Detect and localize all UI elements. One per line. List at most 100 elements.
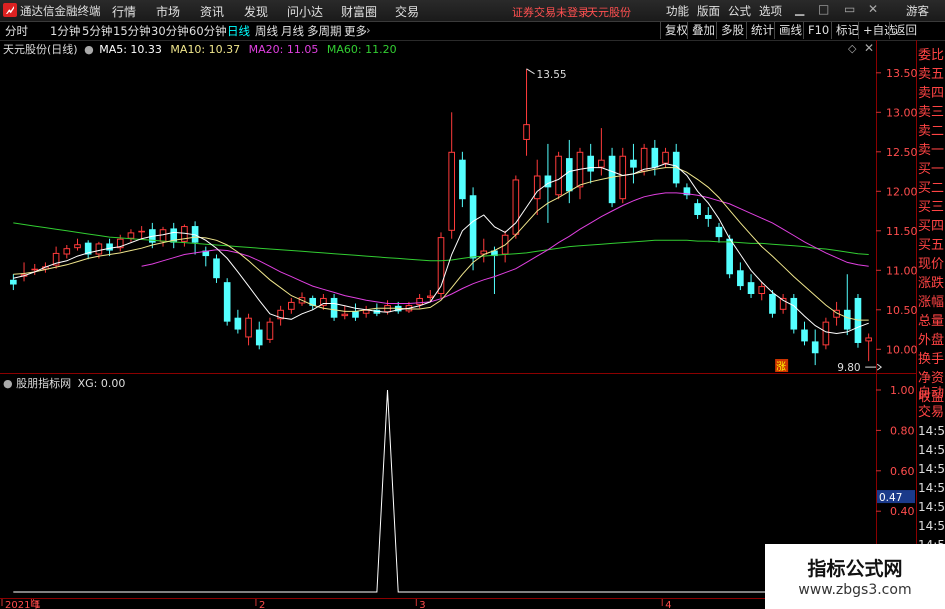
tab-multi-period[interactable]: 多周期: [307, 23, 342, 39]
candle-body: [416, 297, 423, 306]
tab-15min[interactable]: 15分钟: [113, 23, 151, 39]
menu-item-layout[interactable]: 版面: [697, 3, 720, 19]
price-tick-label: 13.00: [886, 106, 917, 119]
candle-body: [865, 337, 872, 342]
candle: [52, 246, 60, 269]
tab-weekly[interactable]: 周线: [255, 23, 278, 39]
multi-stock-button[interactable]: 多股: [716, 22, 748, 39]
candle: [223, 278, 231, 326]
date-tick-label: 2: [259, 600, 265, 609]
menu-item-trade[interactable]: 交易: [395, 3, 419, 20]
candle: [843, 274, 851, 336]
candle-body: [640, 147, 648, 172]
candle: [822, 317, 830, 350]
menu-item-quotes[interactable]: 行情: [112, 3, 136, 20]
menu-item-ask[interactable]: 问小达: [287, 3, 323, 20]
candle: [747, 274, 755, 298]
price-tick-label: 11.00: [886, 264, 917, 277]
candle-body: [587, 155, 594, 172]
sub-settings-dot-icon[interactable]: ●: [3, 377, 13, 390]
minimize-icon[interactable]: ▁: [795, 2, 804, 16]
candle: [587, 143, 594, 184]
tab-more[interactable]: 更多: [344, 23, 367, 39]
login-notice[interactable]: 证券交易未登录: [512, 4, 589, 20]
candle-body: [341, 313, 349, 317]
candle: [512, 175, 520, 239]
candle-body: [619, 155, 627, 200]
candle: [523, 68, 530, 156]
tick-time-label: 14:56: [918, 424, 945, 438]
candle-body: [801, 329, 808, 342]
candle-body: [448, 151, 456, 231]
candle-body: [127, 232, 135, 239]
low-price-label: 9.80: [837, 362, 860, 374]
candle: [84, 240, 92, 260]
candle: [737, 262, 744, 291]
auto-trade-label: 交易: [918, 405, 945, 420]
candle: [469, 187, 477, 271]
kline-chart[interactable]: 13.559.80涨 13.5013.0012.5012.0011.5011.0…: [0, 40, 917, 609]
side-label: 买一: [918, 162, 945, 177]
candle: [288, 297, 295, 314]
app-logo-icon: [3, 3, 17, 17]
side-label: 外盘: [918, 333, 945, 348]
price-tick-label: 13.50: [886, 67, 917, 80]
candle: [213, 254, 220, 283]
price-tick-label: 12.00: [886, 185, 917, 198]
menu-item-options[interactable]: 选项: [759, 3, 782, 19]
restore-icon[interactable]: ▭: [844, 2, 855, 16]
indicator-tick-label: 0.60: [890, 465, 915, 478]
date-tick-label: 1: [34, 600, 40, 609]
menu-item-formula[interactable]: 公式: [728, 3, 751, 19]
candle-body: [512, 179, 520, 235]
side-label: 买三: [918, 200, 945, 215]
tab-daily[interactable]: 日线: [227, 23, 250, 39]
menu-item-discover[interactable]: 发现: [244, 3, 268, 20]
side-label: 委比: [918, 48, 945, 63]
high-marker-line: [526, 68, 535, 75]
side-label: 换手: [918, 352, 945, 367]
candle: [74, 238, 81, 251]
candle: [533, 159, 541, 215]
candle: [116, 234, 124, 252]
candle-body: [31, 268, 39, 271]
auto-trade-label: 自动: [918, 386, 945, 401]
candle-body: [822, 321, 830, 346]
side-label: 卖三: [918, 105, 945, 120]
menu-item-news[interactable]: 资讯: [200, 3, 224, 20]
f10-button[interactable]: F10: [803, 22, 833, 39]
menu-item-wealth[interactable]: 财富圈: [341, 3, 377, 20]
menu-item-function[interactable]: 功能: [666, 3, 689, 19]
more-arrow-icon[interactable]: ›: [366, 23, 371, 37]
tab-30min[interactable]: 30分钟: [151, 23, 189, 39]
tab-monthly[interactable]: 月线: [281, 23, 304, 39]
close-icon[interactable]: ✕: [868, 2, 878, 16]
candle-body: [95, 243, 103, 255]
draw-line-button[interactable]: 画线: [774, 22, 806, 39]
candle: [459, 151, 466, 208]
side-label: 现价: [918, 257, 945, 272]
side-label: 总量: [918, 314, 945, 329]
stock-name-label: 天元股份: [587, 6, 631, 19]
candle-body: [234, 317, 242, 330]
tab-intraday[interactable]: 分时: [5, 23, 28, 39]
tab-1min[interactable]: 1分钟: [50, 23, 80, 39]
candle-body: [715, 226, 723, 238]
high-price-label: 13.55: [537, 69, 567, 81]
overlay-button[interactable]: 叠加: [687, 22, 719, 39]
candle-body: [704, 215, 712, 219]
menu-bar: 通达信金融终端 行情 市场 资讯 发现 问小达 财富圈 交易 证券交易未登录 天…: [0, 0, 945, 22]
candle-body: [533, 175, 541, 200]
menu-item-market[interactable]: 市场: [156, 3, 180, 20]
candle: [138, 226, 145, 239]
back-button[interactable]: 返回: [889, 22, 921, 39]
sub-chart-info: ● 股朋指标网 XG: 0.00: [3, 375, 125, 391]
maximize-icon[interactable]: □: [818, 2, 829, 16]
xg-line: [13, 389, 869, 593]
tab-60min[interactable]: 60分钟: [189, 23, 227, 39]
candle: [555, 151, 562, 200]
candle-body: [737, 270, 744, 287]
tab-5min[interactable]: 5分钟: [82, 23, 112, 39]
candle: [127, 229, 135, 242]
guest-user[interactable]: 游客: [906, 3, 929, 19]
